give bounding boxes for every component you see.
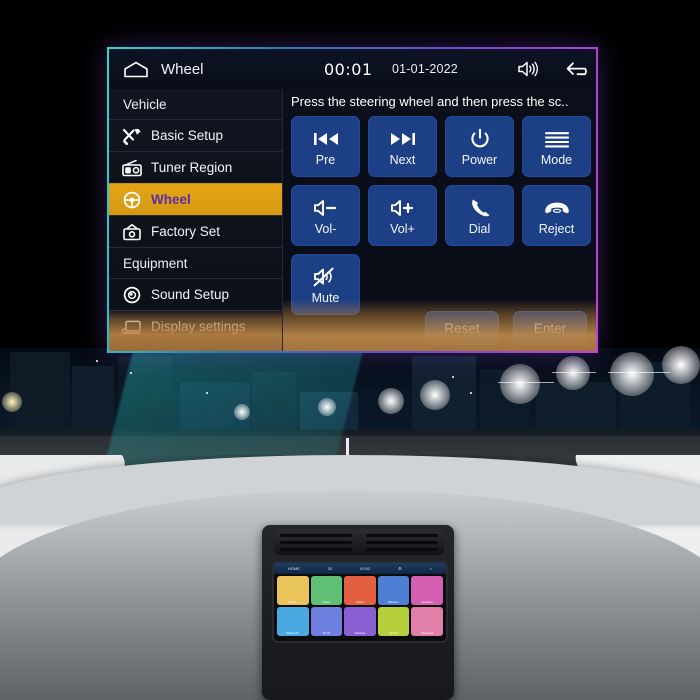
head-unit-status-1: 20 (327, 566, 333, 571)
sidebar-item-label: Wheel (151, 192, 191, 207)
sidebar-item-tuner-region[interactable]: Tuner Region (109, 151, 282, 183)
building (10, 352, 70, 438)
wheel-key-label: Mode (540, 152, 573, 167)
lens-flare (498, 382, 554, 383)
wheel-key-reject[interactable]: Reject (522, 185, 591, 246)
head-unit-tile[interactable]: Settings (344, 607, 376, 636)
car-head-unit[interactable]: HOME 20 00:02 ⚙ ⌂ Radio Music Video Blue… (272, 561, 448, 643)
sidebar-item-wheel[interactable]: Wheel (109, 183, 282, 215)
head-unit-status-3: ⚙ (398, 566, 402, 571)
mute-icon (312, 265, 340, 289)
head-unit-tile[interactable]: Bluetoo (377, 576, 410, 605)
factory-icon (121, 223, 143, 241)
clock: 00:01 (324, 59, 373, 79)
menu-lines-icon (544, 127, 570, 151)
wheel-key-next[interactable]: Next (368, 116, 437, 177)
lens-flare (552, 372, 596, 373)
power-icon (469, 127, 491, 151)
sidebar-item-factory-set[interactable]: Factory Set (109, 215, 282, 247)
wheel-key-volume-down[interactable]: Vol- (291, 185, 360, 246)
head-unit-status-4: ⌂ (429, 566, 432, 571)
wheel-key-label: Pre (315, 152, 336, 167)
wheel-key-power[interactable]: Power (445, 116, 514, 177)
wheel-key-pre[interactable]: Pre (291, 116, 360, 177)
content-area: Press the steering wheel and then press … (283, 89, 596, 351)
sidebar-item-label: Factory Set (151, 224, 221, 239)
lane-marking (346, 438, 349, 456)
monitor-icon (121, 318, 143, 336)
instruction-message: Press the steering wheel and then press … (291, 94, 569, 109)
previous-track-icon (311, 127, 341, 151)
wheel-key-grid: Pre Next Power Mode Vol- Vol+ Dial Rejec… (291, 116, 591, 315)
head-unit-statusbar: HOME 20 00:02 ⚙ ⌂ (274, 563, 446, 574)
building (72, 366, 114, 438)
sidebar-item-label: Tuner Region (151, 160, 233, 175)
wheel-key-label: Dial (468, 221, 491, 236)
head-unit-app-grid: Radio Music Video Bluetoo Equalize Bluet… (277, 576, 443, 636)
wheel-key-label: Vol- (314, 221, 337, 236)
sidebar-item-basic-setup[interactable]: Basic Setup (109, 119, 282, 151)
head-unit-tile[interactable]: Equalize (411, 576, 443, 605)
wheel-key-label: Vol+ (390, 221, 415, 236)
action-buttons: Reset Enter (425, 311, 587, 345)
volume-down-icon (312, 196, 340, 220)
sidebar-section-vehicle: Vehicle (123, 96, 167, 112)
wheel-key-mute[interactable]: Mute (291, 254, 360, 315)
head-unit-tile[interactable]: Music (310, 576, 343, 605)
wheel-key-volume-up[interactable]: Vol+ (368, 185, 437, 246)
city-light (470, 392, 472, 394)
radio-icon (121, 159, 143, 177)
sidebar-item-label: Sound Setup (151, 287, 230, 302)
sidebar-item-display-settings[interactable]: Display settings (109, 310, 282, 342)
head-unit-settings-screen: Wheel 00:01 01-01-2022 Vehicle Basic Set… (107, 47, 598, 353)
city-light (206, 392, 208, 394)
phone-call-icon (468, 196, 492, 220)
next-track-icon (388, 127, 418, 151)
volume-up-icon (389, 196, 417, 220)
head-unit-tile[interactable]: AV IN (310, 607, 343, 636)
head-unit-tile[interactable]: Video (344, 576, 376, 605)
head-unit-tile[interactable]: Bluetooth (277, 607, 309, 636)
panel-body: Vehicle Basic Setup Tuner Region Wheel F… (109, 89, 596, 351)
head-unit-status-0: HOME (287, 566, 300, 571)
city-light (130, 372, 132, 374)
head-unit-status-2: 00:02 (360, 566, 371, 571)
sidebar-item-label: Display settings (151, 319, 246, 334)
sidebar: Vehicle Basic Setup Tuner Region Wheel F… (109, 89, 283, 351)
page-title: Wheel (161, 60, 204, 78)
lens-flare (608, 372, 670, 373)
sidebar-section-equipment: Equipment (109, 247, 282, 278)
wheel-key-label: Next (389, 152, 416, 167)
wheel-key-dial[interactable]: Dial (445, 185, 514, 246)
building (412, 356, 476, 438)
sidebar-item-label: Basic Setup (151, 128, 224, 143)
city-light (96, 360, 98, 362)
building (480, 370, 530, 438)
top-bar: Wheel 00:01 01-01-2022 (109, 49, 596, 90)
head-unit-tile[interactable]: Playback (411, 607, 443, 636)
head-unit-tile[interactable]: Radio (277, 576, 309, 605)
wheel-key-label: Reject (538, 221, 575, 236)
tools-icon (121, 127, 143, 145)
date: 01-01-2022 (392, 62, 458, 76)
air-vents (274, 529, 444, 555)
sidebar-item-sound-setup[interactable]: Sound Setup (109, 278, 282, 310)
reset-button[interactable]: Reset (425, 311, 499, 345)
wheel-key-mode[interactable]: Mode (522, 116, 591, 177)
building (620, 362, 690, 438)
steering-wheel-icon (121, 191, 143, 209)
wheel-key-label: Mute (311, 290, 340, 305)
home-icon[interactable] (123, 61, 149, 78)
car-interior: HOME 20 00:02 ⚙ ⌂ Radio Music Video Blue… (0, 455, 700, 700)
wheel-key-label: Power (461, 152, 498, 167)
enter-button[interactable]: Enter (513, 311, 587, 345)
speaker-icon (121, 286, 143, 304)
phone-hangup-icon (543, 196, 571, 220)
back-arrow-icon[interactable] (565, 60, 593, 78)
head-unit-tile[interactable]: Wheel (377, 607, 410, 636)
volume-icon[interactable] (517, 60, 539, 78)
city-light (452, 376, 454, 378)
